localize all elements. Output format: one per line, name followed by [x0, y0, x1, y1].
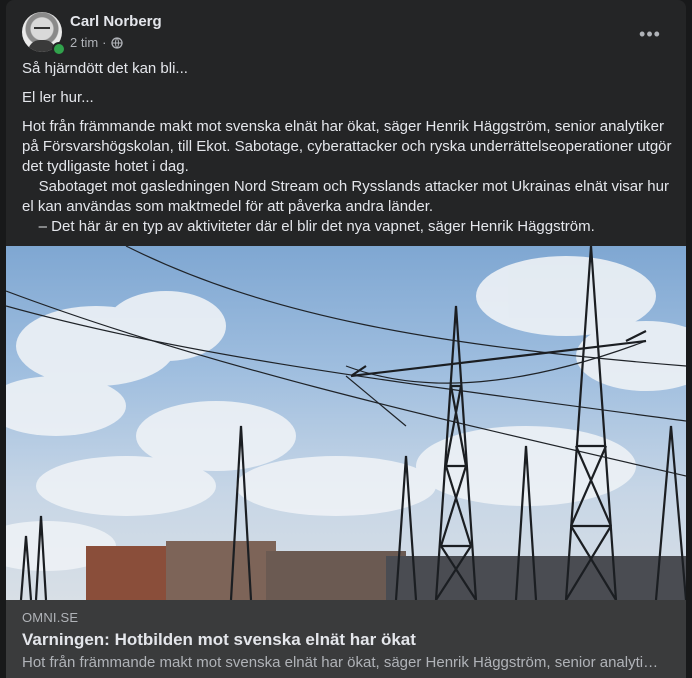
post-time[interactable]: 2 tim	[70, 35, 98, 50]
link-title[interactable]: Varningen: Hotbilden mot svenska elnät h…	[22, 630, 416, 650]
author-name[interactable]: Carl Norberg	[70, 13, 162, 30]
globe-icon[interactable]	[110, 36, 123, 49]
post-line-2: El ler hur...	[22, 89, 94, 106]
link-description: Hot från främmande makt mot svenska elnä…	[22, 654, 662, 671]
avatar-glasses	[34, 27, 50, 33]
post-paragraph-1: Hot från främmande makt mot svenska elnä…	[22, 118, 676, 175]
link-preview[interactable]: OMNI.SE Varningen: Hotbilden mot svenska…	[6, 600, 686, 678]
post-header: Carl Norberg 2 tim · •••	[22, 12, 674, 56]
meta-separator: ·	[102, 35, 107, 50]
post-text: Så hjärndött det kan bli... El ler hur..…	[22, 59, 672, 237]
online-status-dot	[52, 42, 66, 56]
link-preview-image[interactable]	[6, 246, 686, 600]
power-lines-illustration	[6, 246, 686, 600]
post-card: Carl Norberg 2 tim · ••• Så hjärndött de…	[6, 0, 686, 678]
more-options-button[interactable]: •••	[634, 18, 666, 50]
post-paragraph-2: Sabotaget mot gasledningen Nord Stream o…	[22, 178, 674, 215]
post-meta: 2 tim ·	[70, 35, 123, 50]
post-paragraph-3: – Det här är en typ av aktiviteter där e…	[22, 218, 595, 235]
link-domain: OMNI.SE	[22, 610, 79, 625]
post-line-1: Så hjärndött det kan bli...	[22, 60, 188, 77]
